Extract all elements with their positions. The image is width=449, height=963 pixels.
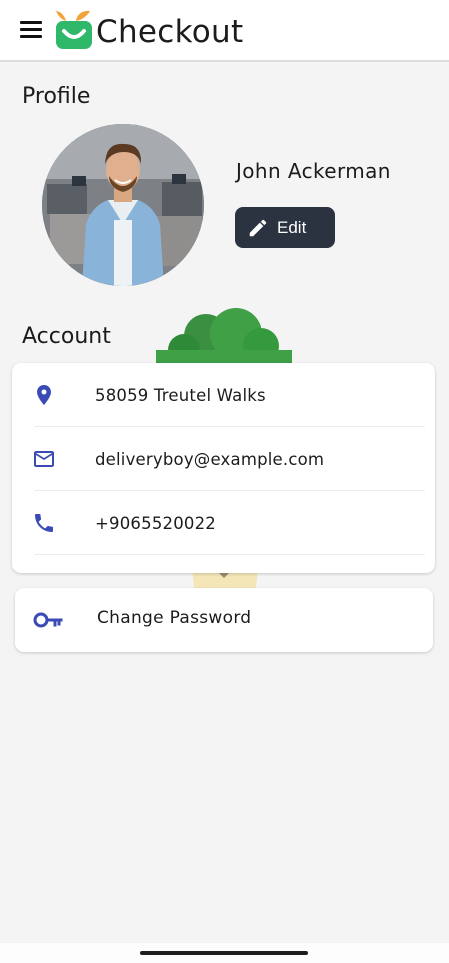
home-indicator[interactable] xyxy=(140,951,308,955)
phone-icon xyxy=(35,514,53,532)
divider xyxy=(34,554,425,555)
edit-profile-button[interactable]: Edit xyxy=(235,207,335,248)
bush-illustration xyxy=(156,308,292,364)
address-text: 58059 Treutel Walks xyxy=(95,385,266,405)
list-item-email[interactable]: deliveryboy@example.com xyxy=(12,427,435,491)
list-item-address[interactable]: 58059 Treutel Walks xyxy=(12,363,435,427)
pencil-icon xyxy=(249,219,267,236)
user-name: John Ackerman xyxy=(236,159,391,183)
app-bar: Checkout xyxy=(0,0,449,62)
account-section-title: Account xyxy=(22,324,111,349)
change-password-button[interactable]: Change Password xyxy=(15,588,433,652)
account-card: 58059 Treutel Walks deliveryboy@example.… xyxy=(12,363,435,573)
avatar-photo xyxy=(42,124,204,286)
list-item-phone[interactable]: +9065520022 xyxy=(12,491,435,555)
shopping-bag-logo-icon xyxy=(56,10,92,49)
mail-icon xyxy=(34,451,54,467)
profile-section-title: Profile xyxy=(22,84,91,109)
location-pin-icon xyxy=(37,385,51,405)
app-brand-title: Checkout xyxy=(96,14,244,50)
email-text: deliveryboy@example.com xyxy=(95,449,325,469)
edit-button-label: Edit xyxy=(277,217,307,237)
change-password-label: Change Password xyxy=(97,608,252,628)
phone-text: +9065520022 xyxy=(95,513,217,533)
key-icon xyxy=(33,612,63,628)
avatar xyxy=(42,124,204,286)
menu-icon[interactable] xyxy=(20,21,42,39)
system-nav-bar xyxy=(0,943,449,963)
